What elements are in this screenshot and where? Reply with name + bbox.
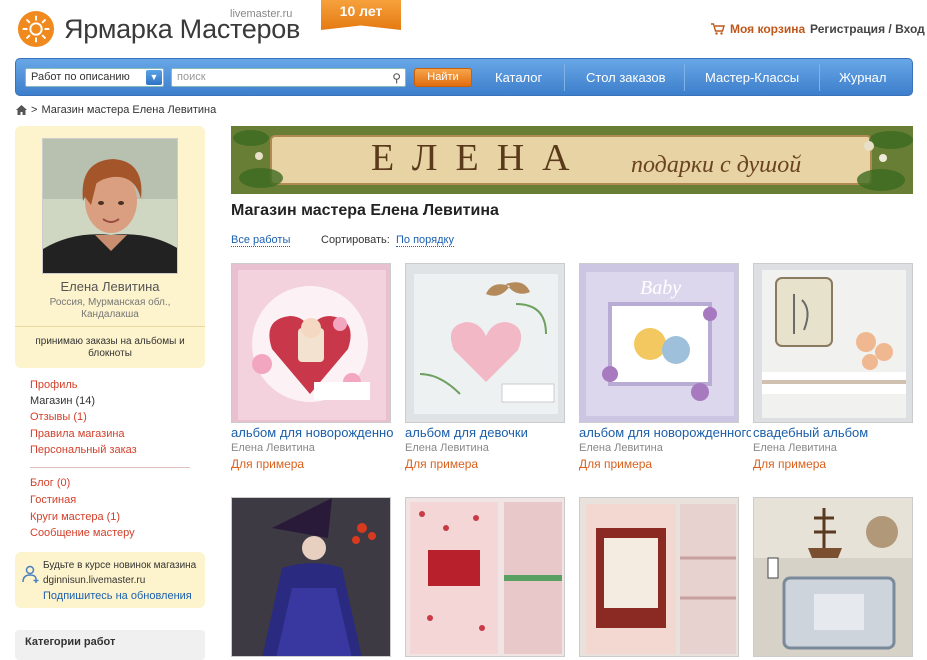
nav-item-catalog[interactable]: Каталог [495,70,542,85]
subscribe-domain: dginnisun.livemaster.ru [43,575,146,586]
sidebar-link-shop-rules[interactable]: Правила магазина [30,428,125,440]
product-thumbnail[interactable] [405,497,565,657]
sidebar-link-custom-order[interactable]: Персональный заказ [30,444,137,456]
product-thumbnail[interactable] [753,263,913,423]
product-author[interactable]: Елена Левитина [405,442,489,454]
divider [30,467,190,468]
orders-note-line-1: принимаю заказы на альбомы и [35,336,185,347]
orders-note: принимаю заказы на альбомы и блокноты [20,336,200,360]
site-domain: livemaster.ru [230,8,293,20]
breadcrumb-separator: > [31,104,38,116]
product-title[interactable]: альбом для новорожденного [231,425,393,440]
sun-logo-icon[interactable] [17,10,55,48]
home-icon[interactable] [16,105,27,115]
subscribe-text: Будьте в курсе новинок магазина [43,560,197,571]
search-placeholder: поиск [177,71,206,83]
breadcrumb: > Магазин мастера Елена Левитина [16,104,216,116]
product-thumbnail[interactable] [231,497,391,657]
product-status: Для примера [579,457,653,471]
avatar[interactable] [42,138,178,274]
all-works-link[interactable]: Все работы [231,234,291,247]
breadcrumb-current: Магазин мастера Елена Левитина [41,104,217,116]
product-title[interactable]: свадебный альбом [753,425,915,440]
master-name[interactable]: Елена Левитина [15,279,205,294]
anniversary-badge[interactable]: 10 лет [321,0,401,30]
product-author[interactable]: Елена Левитина [753,442,837,454]
cart-label: Моя корзина [730,22,806,36]
subscribe-link[interactable]: Подпишитесь на обновления [43,590,192,602]
thumbnail-text: Baby [640,277,681,299]
product-title[interactable]: альбом для новорожденного [579,425,751,440]
nav-item-journal[interactable]: Журнал [839,70,886,85]
page-title: Магазин мастера Елена Левитина [231,202,499,219]
product-author[interactable]: Елена Левитина [579,442,663,454]
categories-title[interactable]: Категории работ [25,636,115,648]
sort-select[interactable]: По порядку [396,234,454,247]
auth-link[interactable]: Регистрация / Вход [810,22,925,36]
product-status: Для примера [753,457,827,471]
nav-separator [684,64,685,91]
product-thumbnail[interactable] [405,263,565,423]
user-plus-icon [22,565,39,583]
search-type-select[interactable]: Работ по описанию ▼ [25,68,164,87]
nav-separator [819,64,820,91]
sidebar-link-circles[interactable]: Круги мастера (1) [30,511,120,523]
sidebar-link-lounge[interactable]: Гостиная [30,494,76,506]
product-title[interactable]: альбом для девочки [405,425,567,440]
product-thumbnail[interactable] [579,497,739,657]
find-button[interactable]: Найти [414,68,472,87]
product-thumbnail[interactable] [753,497,913,657]
product-thumbnail[interactable] [231,263,391,423]
banner-slogan: подарки с душой [631,152,802,178]
product-status: Для примера [405,457,479,471]
divider [15,326,205,327]
shop-banner: ЕЛЕНА подарки с душой [231,126,913,194]
location-line-2: Кандалакша [81,309,139,320]
sidebar-link-message[interactable]: Сообщение мастеру [30,527,135,539]
sidebar-link-profile[interactable]: Профиль [30,379,78,391]
cart-icon [711,23,725,35]
location-line-1: Россия, Мурманская обл., [49,297,171,308]
sidebar-link-reviews[interactable]: Отзывы (1) [30,411,87,423]
product-thumbnail[interactable]: Baby [579,263,739,423]
chevron-down-icon: ▼ [146,70,162,85]
banner-name: ЕЛЕНА [371,137,588,179]
sidebar-link-shop[interactable]: Магазин (14) [30,395,95,407]
search-type-value: Работ по описанию [31,71,130,83]
search-input[interactable]: поиск ⚲ [171,68,406,87]
nav-separator [564,64,565,91]
nav-item-master-classes[interactable]: Мастер-Классы [705,70,799,85]
orders-note-line-2: блокноты [88,348,132,359]
cart-link[interactable]: Моя корзина [711,22,805,36]
nav-item-orders-table[interactable]: Стол заказов [586,70,666,85]
search-icon[interactable]: ⚲ [392,70,401,87]
sort-label: Сортировать: [321,234,390,246]
product-status: Для примера [231,457,305,471]
master-location: Россия, Мурманская обл., Кандалакша [15,297,205,321]
product-author[interactable]: Елена Левитина [231,442,315,454]
sidebar-link-blog[interactable]: Блог (0) [30,477,70,489]
